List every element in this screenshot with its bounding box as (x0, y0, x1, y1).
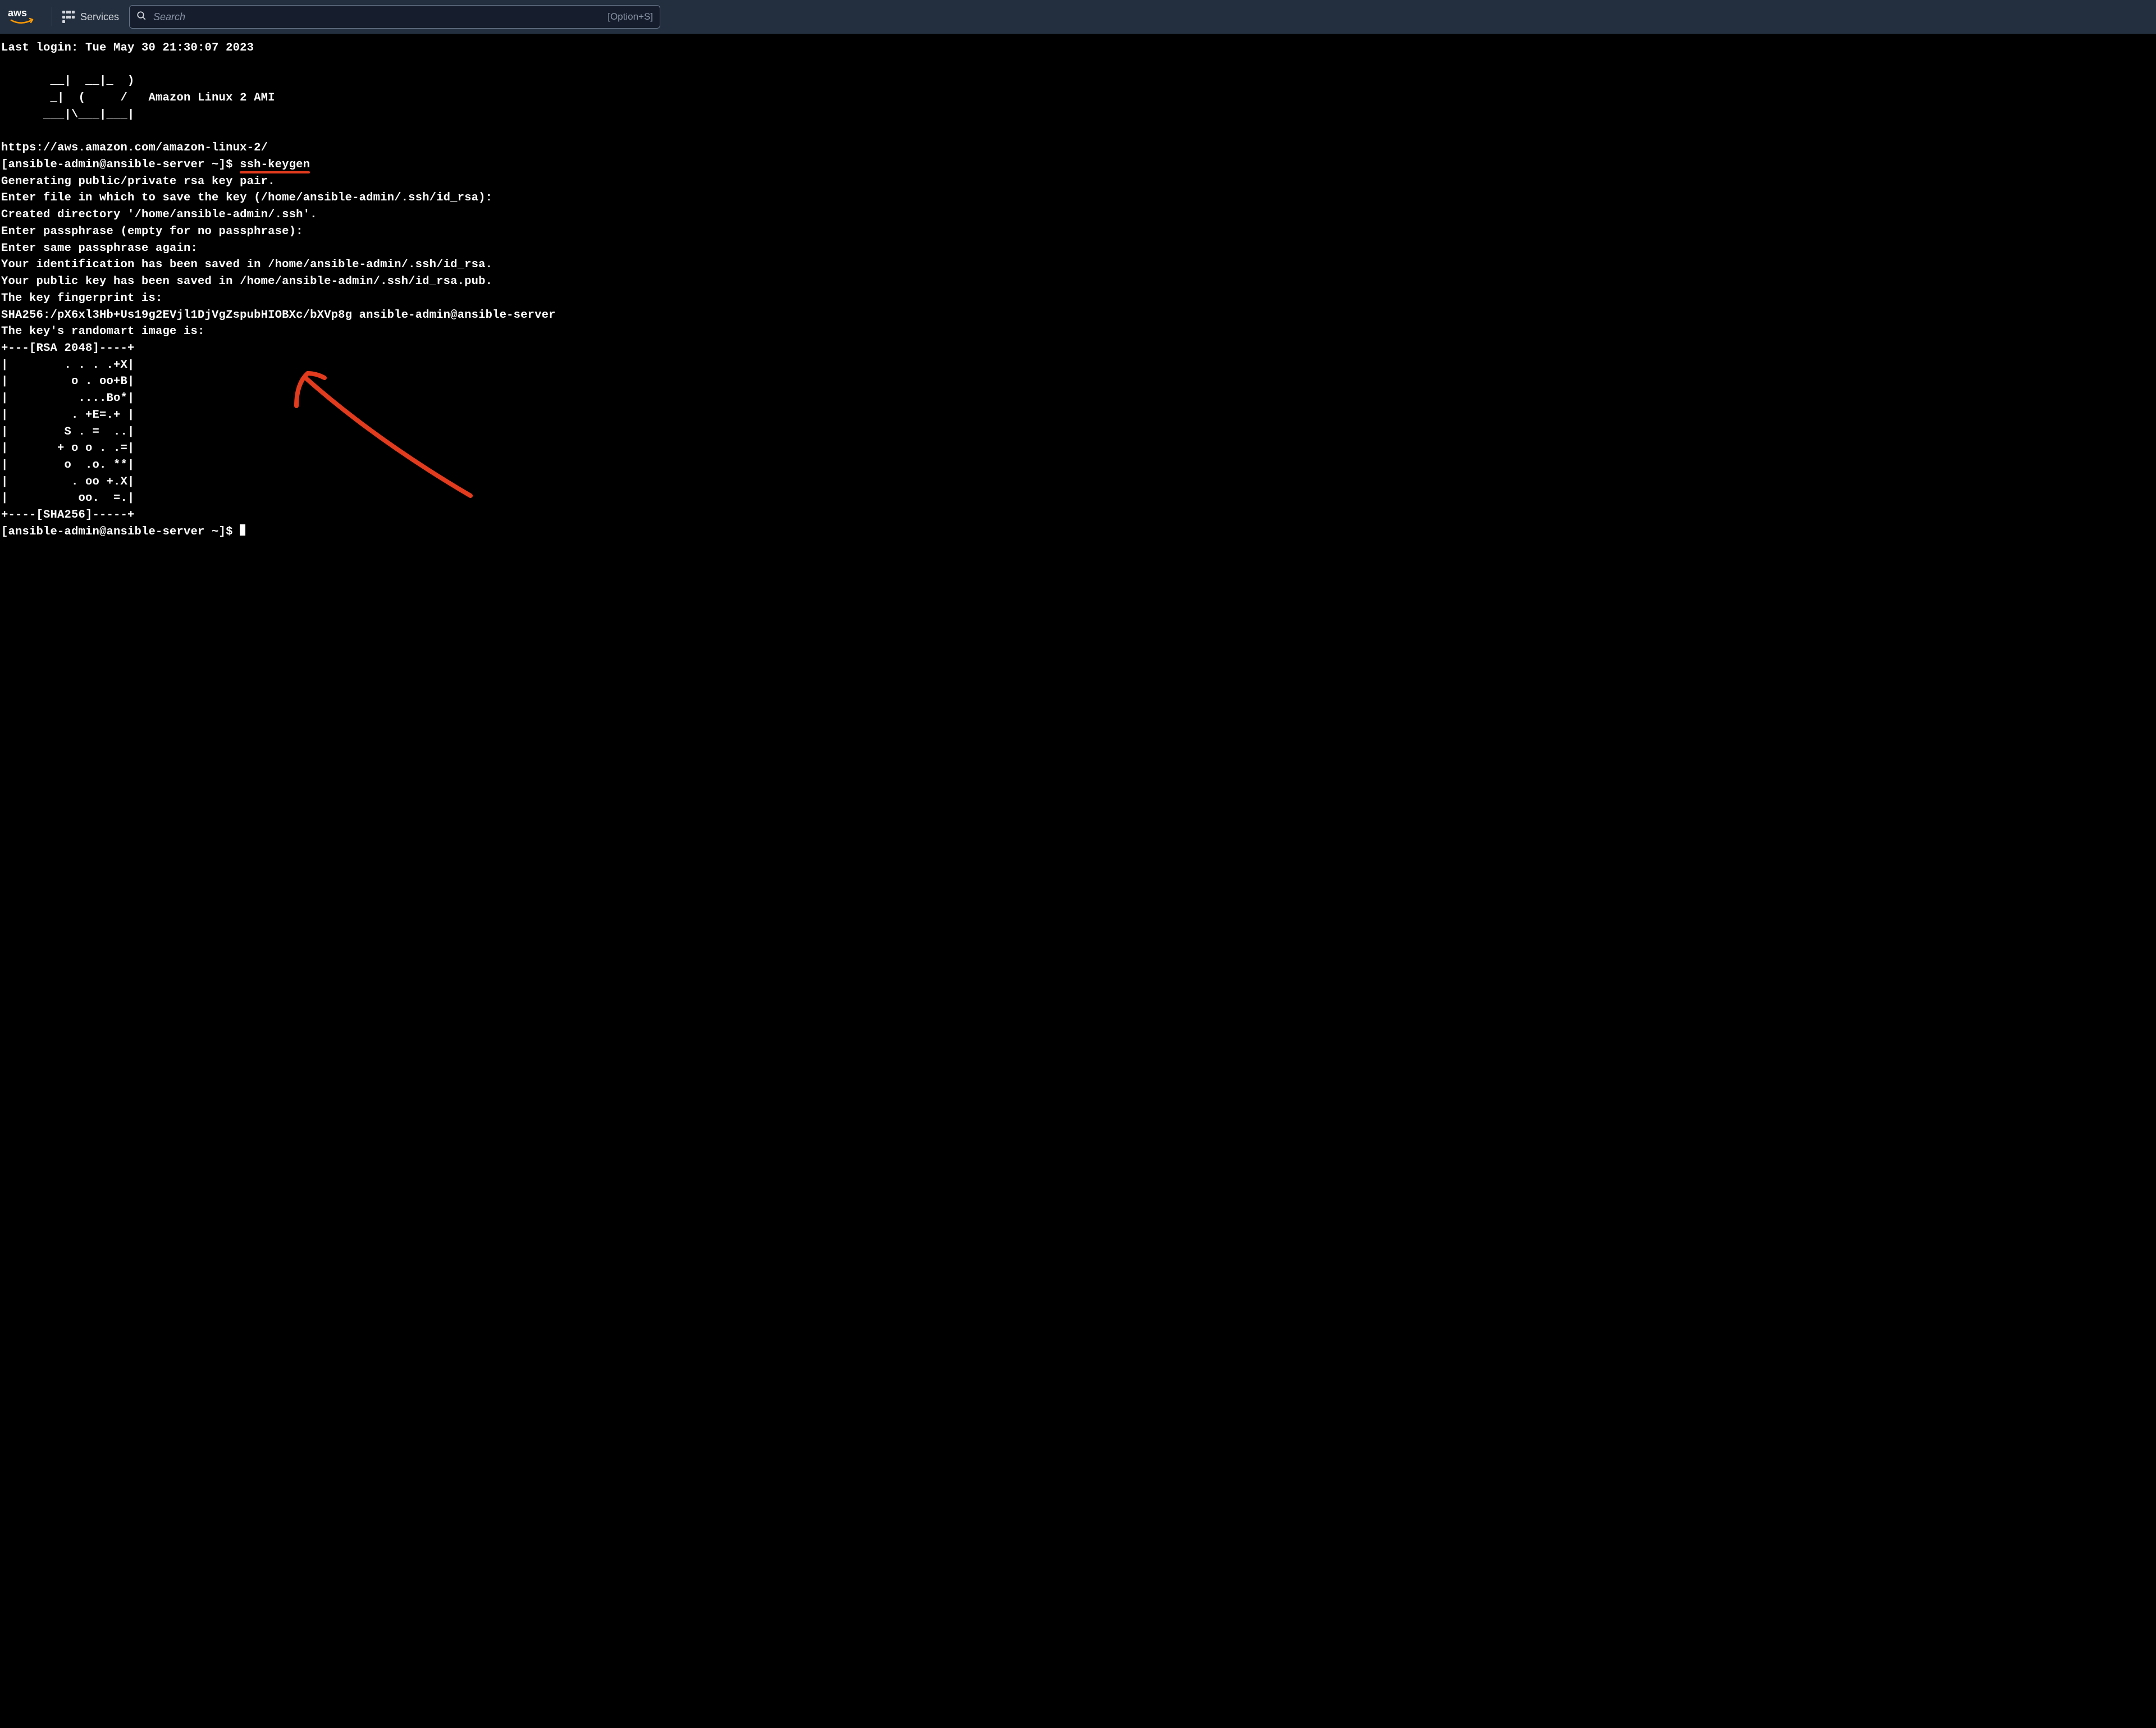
randomart-line: +---[RSA 2048]----+ (1, 342, 135, 355)
terminal-prompt: [ansible-admin@ansible-server ~]$ (1, 158, 240, 171)
terminal-line: Enter passphrase (empty for no passphras… (1, 225, 303, 238)
randomart-line: | . oo +.X| (1, 476, 135, 488)
terminal-line: _| ( / Amazon Linux 2 AMI (1, 92, 275, 104)
terminal-container: Last login: Tue May 30 21:30:07 2023 __|… (0, 34, 2156, 542)
terminal-line: Generating public/private rsa key pair. (1, 175, 275, 188)
services-label: Services (80, 11, 119, 23)
randomart-line: | o . oo+B| (1, 375, 135, 388)
terminal-line: Enter file in which to save the key (/ho… (1, 191, 492, 204)
terminal-line: Enter same passphrase again: (1, 242, 198, 255)
terminal-line: Your identification has been saved in /h… (1, 258, 492, 271)
terminal-line: __| __|_ ) (1, 75, 135, 88)
search-input[interactable] (152, 11, 607, 24)
terminal-line: The key fingerprint is: (1, 292, 163, 305)
terminal-line: https://aws.amazon.com/amazon-linux-2/ (1, 141, 268, 154)
randomart-line: | S . = ..| (1, 426, 135, 438)
randomart-line: | . . . .+X| (1, 359, 135, 372)
terminal[interactable]: Last login: Tue May 30 21:30:07 2023 __|… (0, 34, 2156, 542)
terminal-prompt: [ansible-admin@ansible-server ~]$ (1, 525, 240, 538)
terminal-line: ___|\___|___| (1, 108, 135, 121)
terminal-line: Last login: Tue May 30 21:30:07 2023 (1, 42, 254, 54)
terminal-line: Your public key has been saved in /home/… (1, 275, 492, 288)
grid-icon (62, 11, 75, 23)
randomart-line: | + o o . .=| (1, 442, 135, 455)
aws-logo-icon: aws (8, 7, 42, 26)
aws-nav-bar: aws Services [Option+S] (0, 0, 2156, 34)
randomart-line: | o .o. **| (1, 459, 135, 472)
randomart-line: | ....Bo*| (1, 392, 135, 405)
terminal-line: SHA256:/pX6xl3Hb+Us19g2EVjl1DjVgZspubHIO… (1, 309, 556, 322)
terminal-line: Created directory '/home/ansible-admin/.… (1, 208, 317, 221)
aws-logo[interactable]: aws (8, 7, 52, 26)
search-shortcut-hint: [Option+S] (607, 11, 653, 22)
randomart-line: +----[SHA256]-----+ (1, 509, 135, 522)
search-icon (136, 11, 147, 24)
randomart-line: | oo. =.| (1, 492, 135, 505)
terminal-command: ssh-keygen (240, 158, 310, 171)
randomart-line: | . +E=.+ | (1, 409, 135, 422)
search-box[interactable]: [Option+S] (129, 5, 660, 29)
terminal-cursor (240, 524, 245, 536)
services-menu-button[interactable]: Services (62, 11, 119, 23)
svg-text:aws: aws (8, 7, 27, 19)
terminal-line: The key's randomart image is: (1, 325, 205, 338)
